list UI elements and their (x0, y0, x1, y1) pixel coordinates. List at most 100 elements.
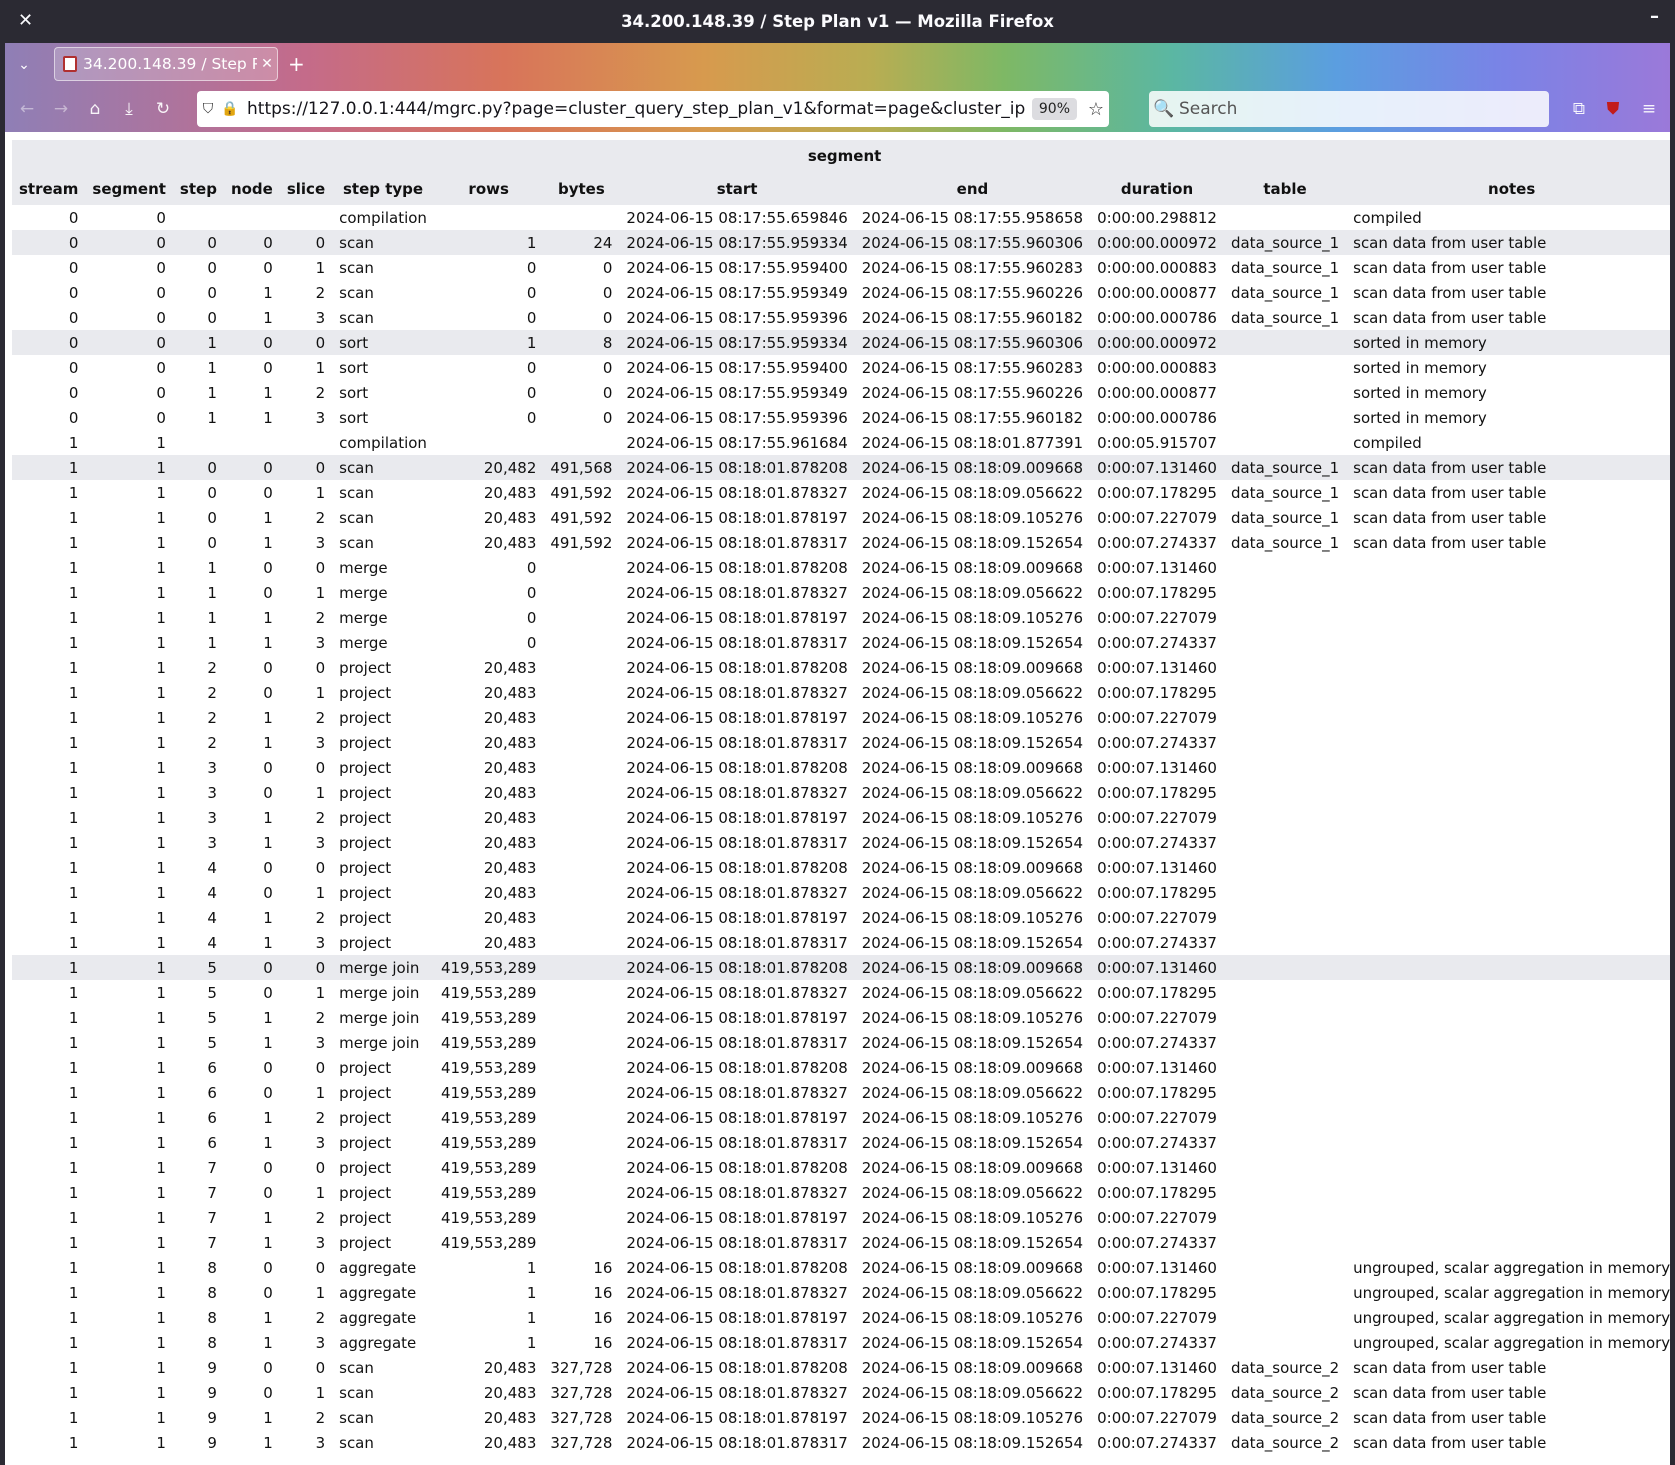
table-row[interactable]: 1 1 6 0 1 project 419,553,289 2024-06-15 08:18:… (12, 1080, 1670, 1105)
column-header-node[interactable]: node (223, 172, 280, 205)
cell-start: 2024-06-15 08:18:01.878327 (626, 683, 848, 702)
table-row[interactable]: 1 1 1 1 2 merge 0 2024-06-15 08:18:01.878197 202… (12, 605, 1670, 630)
cell-slice: 1 (315, 358, 326, 377)
downloads-icon[interactable]: ⤓ (115, 95, 143, 123)
table-row[interactable]: 1 1 4 1 3 project 20,483 2024-06-15 08:18:01.87… (12, 930, 1670, 955)
url-bar[interactable]: ⛉ 🔒 https://127.0.0.1:444/mgrc.py?page=c… (197, 91, 1109, 127)
table-row[interactable]: 1 1 0 0 0 scan 20,482 491,568 2024-06-15 08:18:0… (12, 455, 1670, 480)
column-header-segment[interactable]: segment (85, 172, 173, 205)
table-row[interactable]: 1 1 6 1 2 project 419,553,289 2024-06-15 08:18:… (12, 1105, 1670, 1130)
new-tab-plus-icon[interactable]: + (288, 52, 305, 76)
cell-start: 2024-06-15 08:18:01.878327 (626, 1083, 848, 1102)
cell-start: 2024-06-15 08:18:01.878208 (626, 1358, 848, 1377)
menu-hamburger-icon[interactable]: ≡ (1635, 95, 1663, 123)
zoom-level-badge[interactable]: 90% (1031, 98, 1077, 120)
table-row[interactable]: 0 0 0 1 3 scan 0 0 2024-06-15 08:17:55.959396 202… (12, 305, 1670, 330)
table-row[interactable]: 1 1 9 0 1 scan 20,483 327,728 2024-06-15 08:18:0… (12, 1380, 1670, 1405)
url-input[interactable]: https://127.0.0.1:444/mgrc.py?page=clust… (247, 99, 1026, 119)
table-row[interactable]: 1 1 5 0 1 merge join 419,553,289 2024-06-15 08:… (12, 980, 1670, 1005)
table-row[interactable]: 1 1 4 1 2 project 20,483 2024-06-15 08:18:01.87… (12, 905, 1670, 930)
cell-table (1224, 1130, 1346, 1155)
table-row[interactable]: 0 0 0 1 2 scan 0 0 2024-06-15 08:17:55.959349 202… (12, 280, 1670, 305)
table-row[interactable]: 1 1 4 0 1 project 20,483 2024-06-15 08:18:01.87… (12, 880, 1670, 905)
table-row[interactable]: 1 1 compilation 2024-06-15 08:17:55.961684 2… (12, 430, 1670, 455)
table-row[interactable]: 1 1 7 1 3 project 419,553,289 2024-06-15 08:18:… (12, 1230, 1670, 1255)
table-row[interactable]: 1 1 1 1 3 merge 0 2024-06-15 08:18:01.878317 202… (12, 630, 1670, 655)
table-row[interactable]: 1 1 1 0 0 merge 0 2024-06-15 08:18:01.878208 202… (12, 555, 1670, 580)
table-row[interactable]: 1 1 8 1 2 aggregate 1 16 2024-06-15 08:18:01.878… (12, 1305, 1670, 1330)
cell-stream: 1 (68, 608, 79, 627)
table-row[interactable]: 1 1 5 1 3 merge join 419,553,289 2024-06-15 08:… (12, 1030, 1670, 1055)
column-header-bytes[interactable]: bytes (543, 172, 620, 205)
lock-icon[interactable]: 🔒 (219, 101, 241, 117)
table-row[interactable]: 0 0 1 1 3 sort 0 0 2024-06-15 08:17:55.959396 202… (12, 405, 1670, 430)
table-row[interactable]: 1 1 8 0 0 aggregate 1 16 2024-06-15 08:18:01.878… (12, 1255, 1670, 1280)
table-row[interactable]: 1 1 0 1 3 scan 20,483 491,592 2024-06-15 08:18:0… (12, 530, 1670, 555)
table-row[interactable]: 0 0 1 0 0 sort 1 8 2024-06-15 08:17:55.959334 202… (12, 330, 1670, 355)
column-header-rows[interactable]: rows (433, 172, 544, 205)
table-row[interactable]: 1 1 6 0 0 project 419,553,289 2024-06-15 08:18:… (12, 1055, 1670, 1080)
table-row[interactable]: 0 0 0 0 1 scan 0 0 2024-06-15 08:17:55.959400 202… (12, 255, 1670, 280)
column-header-slice[interactable]: slice (279, 172, 333, 205)
table-row[interactable]: 1 1 3 0 0 project 20,483 2024-06-15 08:18:01.87… (12, 755, 1670, 780)
table-row[interactable]: 1 1 9 1 2 scan 20,483 327,728 2024-06-15 08:18:0… (12, 1405, 1670, 1430)
table-row[interactable]: 1 1 2 1 2 project 20,483 2024-06-15 08:18:01.87… (12, 705, 1670, 730)
column-header-table[interactable]: table (1223, 172, 1347, 205)
table-row[interactable]: 1 1 8 1 3 aggregate 1 16 2024-06-15 08:18:01.878… (12, 1330, 1670, 1355)
table-row[interactable]: 0 0 1 0 1 sort 0 0 2024-06-15 08:17:55.959400 202… (12, 355, 1670, 380)
back-arrow-icon[interactable]: ← (13, 95, 41, 123)
table-row[interactable]: 1 1 1 0 1 merge 0 2024-06-15 08:18:01.878327 202… (12, 580, 1670, 605)
cell-step: 8 (207, 1283, 217, 1302)
cell-bytes: 327,728 (550, 1383, 613, 1402)
cell-slice: 3 (315, 533, 326, 552)
table-row[interactable]: 0 0 0 0 0 scan 1 24 2024-06-15 08:17:55.959334 20… (12, 230, 1670, 255)
forward-arrow-icon[interactable]: → (47, 95, 75, 123)
table-row[interactable]: 1 1 8 0 1 aggregate 1 16 2024-06-15 08:18:01.878… (12, 1280, 1670, 1305)
shield-icon[interactable]: ⛉ (197, 101, 219, 117)
column-header-step-type[interactable]: step type (332, 172, 434, 205)
cell-step-type: merge join (332, 955, 434, 980)
table-row[interactable]: 1 1 3 1 2 project 20,483 2024-06-15 08:18:01.87… (12, 805, 1670, 830)
column-header-end[interactable]: end (854, 172, 1091, 205)
cell-stream: 1 (12, 955, 86, 980)
ublock-shield-icon[interactable]: ⛊ (1599, 95, 1627, 123)
table-row[interactable]: 1 1 7 0 1 project 419,553,289 2024-06-15 08:18:… (12, 1180, 1670, 1205)
table-row[interactable]: 1 1 2 1 3 project 20,483 2024-06-15 08:18:01.87… (12, 730, 1670, 755)
table-row[interactable]: 1 1 7 0 0 project 419,553,289 2024-06-15 08:18:… (12, 1155, 1670, 1180)
group-header-segment: segment (12, 140, 1670, 172)
table-row[interactable]: 1 1 5 1 2 merge join 419,553,289 2024-06-15 08:… (12, 1005, 1670, 1030)
reload-icon[interactable]: ↻ (149, 95, 177, 123)
table-row[interactable]: 1 1 2 0 0 project 20,483 2024-06-15 08:18:01.87… (12, 655, 1670, 680)
column-header-step[interactable]: step (172, 172, 224, 205)
column-header-stream[interactable]: stream (12, 172, 86, 205)
tab-close-icon[interactable]: ✕ (257, 56, 277, 72)
table-row[interactable]: 0 0 1 1 2 sort 0 0 2024-06-15 08:17:55.959349 202… (12, 380, 1670, 405)
column-header-start[interactable]: start (619, 172, 855, 205)
bookmark-star-icon[interactable]: ☆ (1083, 99, 1109, 120)
tab-list-chevron-down-icon[interactable]: ⌄ (11, 52, 37, 78)
table-row[interactable]: 1 1 0 1 2 scan 20,483 491,592 2024-06-15 08:18:0… (12, 505, 1670, 530)
cell-end: 2024-06-15 08:18:09.056622 (861, 1283, 1084, 1302)
search-field[interactable]: 🔍 Search (1149, 91, 1549, 127)
table-row[interactable]: 1 1 3 0 1 project 20,483 2024-06-15 08:18:01.87… (12, 780, 1670, 805)
column-header-duration[interactable]: duration (1090, 172, 1224, 205)
tab-step-plan[interactable]: 34.200.148.39 / Step Plan v1 ✕ (54, 47, 278, 81)
cell-segment: 1 (156, 1008, 166, 1027)
table-row[interactable]: 1 1 9 0 0 scan 20,483 327,728 2024-06-15 08:18:0… (12, 1355, 1670, 1380)
table-row[interactable]: 0 0 compilation 2024-06-15 08:17:55.659846 2… (12, 205, 1670, 230)
table-row[interactable]: 1 1 7 1 2 project 419,553,289 2024-06-15 08:18:… (12, 1205, 1670, 1230)
pocket-icon[interactable]: ⌂ (81, 95, 109, 123)
extensions-icon[interactable]: ⧉ (1565, 95, 1593, 123)
window-minimize-icon[interactable]: – (1650, 6, 1659, 27)
table-row[interactable]: 1 1 2 0 1 project 20,483 2024-06-15 08:18:01.87… (12, 680, 1670, 705)
table-row[interactable]: 1 1 9 1 3 scan 20,483 327,728 2024-06-15 08:18:0… (12, 1430, 1670, 1455)
table-row[interactable]: 1 1 0 0 1 scan 20,483 491,592 2024-06-15 08:18:0… (12, 480, 1670, 505)
table-row[interactable]: 1 1 6 1 3 project 419,553,289 2024-06-15 08:18:… (12, 1130, 1670, 1155)
column-header-notes[interactable]: notes (1346, 172, 1670, 205)
table-row[interactable]: 1 1 3 1 3 project 20,483 2024-06-15 08:18:01.87… (12, 830, 1670, 855)
window-close-icon[interactable]: ✕ (18, 10, 33, 31)
cell-node: 1 (263, 283, 273, 302)
table-row[interactable]: 1 1 5 0 0 merge join 419,553,289 2024-06-15 08:… (12, 955, 1670, 980)
table-row[interactable]: 1 1 4 0 0 project 20,483 2024-06-15 08:18:01.87… (12, 855, 1670, 880)
cell-rows: 419,553,289 (440, 1058, 537, 1077)
